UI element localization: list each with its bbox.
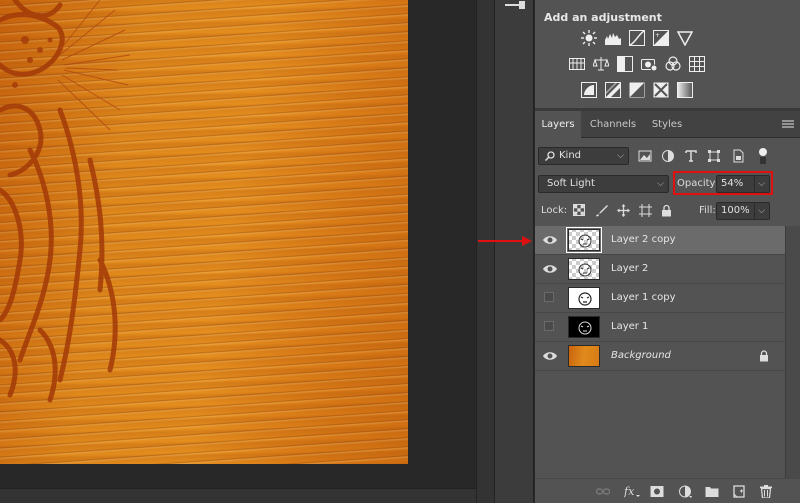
color-lookup-icon[interactable]	[689, 56, 705, 72]
adjustments-panel: Add an adjustment +	[535, 0, 800, 108]
layer-thumbnail	[568, 345, 600, 367]
lock-image-pixels-icon[interactable]	[595, 204, 608, 217]
blend-mode-value: Soft Light	[547, 178, 595, 189]
invert-icon[interactable]	[581, 82, 597, 98]
layers-panel-tabs: Layers Channels Styles	[535, 111, 800, 138]
brightness-contrast-icon[interactable]	[581, 30, 597, 46]
chevron-down-icon: ⌵	[617, 151, 624, 161]
canvas-area[interactable]	[0, 0, 476, 503]
layer-row[interactable]: Layer 1 copy	[535, 284, 785, 313]
visibility-toggle-off[interactable]	[544, 292, 554, 302]
filter-smart-object-icon[interactable]	[731, 149, 745, 163]
link-layers-icon[interactable]	[596, 485, 610, 498]
svg-text:+: +	[655, 32, 660, 39]
chevron-down-icon: ⌵	[657, 179, 664, 189]
search-icon	[545, 151, 555, 161]
fx-layer-style-icon[interactable]: fx	[624, 485, 640, 498]
filter-adjustment-icon[interactable]	[661, 149, 675, 163]
svg-text:fx: fx	[624, 485, 635, 498]
lock-icon	[760, 350, 768, 362]
visibility-toggle-off[interactable]	[544, 321, 554, 331]
filter-pixel-icon[interactable]	[638, 149, 652, 163]
annotation-arrow-icon	[478, 236, 532, 246]
layer-name[interactable]: Layer 2	[611, 263, 648, 274]
vibrance-icon[interactable]	[677, 30, 693, 46]
blend-mode-dropdown[interactable]: Soft Light ⌵	[538, 175, 669, 193]
opacity-label: Opacity:	[677, 178, 719, 189]
pasteboard	[0, 464, 476, 488]
black-white-icon[interactable]	[617, 56, 633, 72]
filter-shape-icon[interactable]	[707, 149, 721, 163]
adjustments-title: Add an adjustment	[544, 11, 662, 24]
new-group-folder-icon[interactable]	[705, 485, 719, 498]
levels-icon[interactable]	[605, 30, 621, 46]
lock-all-icon[interactable]	[661, 204, 672, 217]
tab-styles[interactable]: Styles	[645, 111, 689, 138]
delete-layer-icon[interactable]	[759, 485, 773, 498]
lock-artboard-icon[interactable]	[639, 204, 652, 217]
opacity-value: 54%	[721, 178, 744, 189]
threshold-icon[interactable]	[629, 82, 645, 98]
layer-row[interactable]: Layer 1	[535, 313, 785, 342]
chevron-down-icon[interactable]: ⌵	[754, 203, 765, 219]
selective-color-icon[interactable]	[653, 82, 669, 98]
filter-kind-dropdown[interactable]: Kind ⌵	[538, 147, 629, 165]
exposure-icon[interactable]: +	[653, 30, 669, 46]
layer-row[interactable]: Background	[535, 342, 785, 371]
visibility-eye-icon[interactable]	[543, 234, 557, 246]
layer-thumbnail	[566, 227, 602, 253]
layer-thumbnail	[568, 287, 600, 309]
fill-field[interactable]: 100% ⌵	[716, 202, 770, 220]
layer-row[interactable]: Layer 2	[535, 255, 785, 284]
layer-thumbnail	[568, 258, 600, 280]
photo-filter-icon[interactable]	[641, 56, 657, 72]
document-canvas[interactable]	[0, 0, 408, 464]
right-panels: Add an adjustment + Layers Channels Styl…	[535, 0, 800, 503]
layer-row[interactable]: Layer 2 copy	[535, 226, 785, 255]
fill-value: 100%	[721, 205, 750, 216]
gradient-map-icon[interactable]	[677, 82, 693, 98]
fill-label: Fill:	[699, 205, 716, 216]
filter-kind-label: Kind	[559, 150, 582, 161]
layer-name[interactable]: Layer 1	[611, 321, 648, 332]
dock-tool-icon[interactable]	[501, 0, 529, 12]
visibility-eye-icon[interactable]	[543, 350, 557, 362]
layer-thumbnail	[568, 316, 600, 338]
layers-scrollbar[interactable]	[785, 226, 800, 503]
lock-position-icon[interactable]	[617, 204, 630, 217]
layer-name[interactable]: Background	[611, 350, 671, 361]
channel-mixer-icon[interactable]	[665, 56, 681, 72]
layers-panel: Kind ⌵ Soft Light ⌵ Opacity: 54% ⌵ Lock:	[535, 138, 800, 503]
layers-bottom-bar: fx	[535, 478, 800, 503]
tiger-artwork	[0, 0, 131, 403]
new-adjustment-layer-icon[interactable]	[678, 485, 692, 498]
tab-channels[interactable]: Channels	[585, 111, 641, 138]
curves-icon[interactable]	[629, 30, 645, 46]
opacity-field[interactable]: 54% ⌵	[716, 175, 770, 193]
chevron-down-icon[interactable]: ⌵	[754, 176, 765, 192]
hue-saturation-icon[interactable]	[569, 56, 585, 72]
tab-layers[interactable]: Layers	[535, 111, 581, 138]
collapsed-panel-dock	[494, 0, 534, 503]
lock-transparent-pixels-icon[interactable]	[573, 204, 585, 216]
vertical-scrollbar[interactable]	[476, 0, 494, 503]
visibility-eye-icon[interactable]	[543, 263, 557, 275]
lock-label: Lock:	[541, 205, 568, 216]
layer-name[interactable]: Layer 2 copy	[611, 234, 675, 245]
photoshop-window: Add an adjustment + Layers Channels Styl…	[0, 0, 800, 503]
add-mask-icon[interactable]	[650, 485, 664, 498]
horizontal-scrollbar[interactable]	[0, 488, 476, 503]
filter-type-icon[interactable]	[684, 149, 698, 163]
new-layer-icon[interactable]	[732, 485, 746, 498]
filter-toggle-icon[interactable]	[758, 147, 768, 165]
layer-name[interactable]: Layer 1 copy	[611, 292, 675, 303]
panel-menu-icon[interactable]	[782, 119, 794, 129]
color-balance-icon[interactable]	[593, 56, 609, 72]
posterize-icon[interactable]	[605, 82, 621, 98]
